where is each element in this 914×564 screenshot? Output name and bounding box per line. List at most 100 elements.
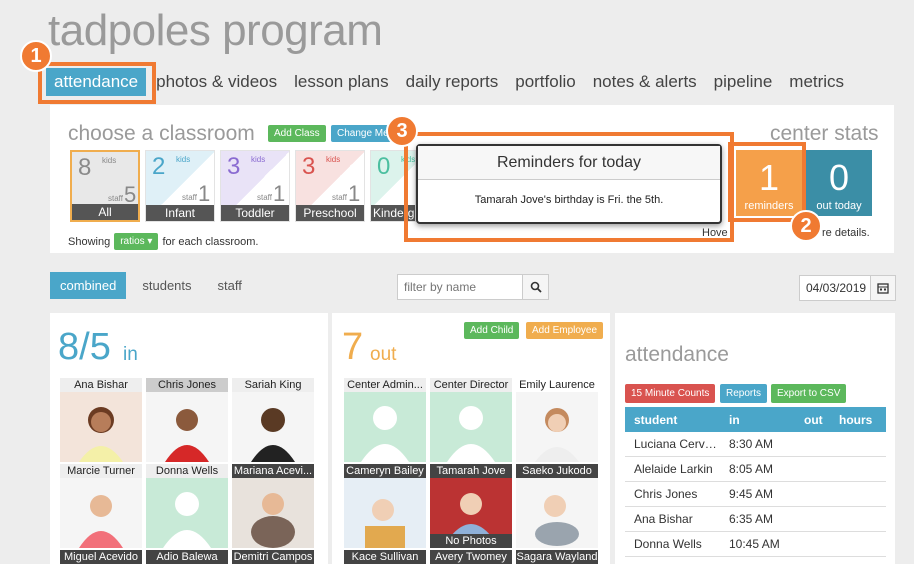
tab-lesson-plans[interactable]: lesson plans <box>294 72 389 92</box>
person-name: Tamarah Jove <box>430 464 512 478</box>
kids-count: 2 <box>152 153 166 180</box>
table-row[interactable]: Chris Jones 9:45 AM <box>625 482 886 507</box>
column-hours[interactable]: hours <box>839 413 872 427</box>
person-card[interactable]: Adio Balewa <box>146 550 228 564</box>
column-out[interactable]: out <box>804 413 823 427</box>
child-photo <box>79 495 123 548</box>
date-field[interactable]: 04/03/2019 <box>799 275 871 301</box>
reports-button[interactable]: Reports <box>720 384 768 403</box>
person-card[interactable]: Marcie Turner <box>60 464 142 548</box>
tab-students[interactable]: students <box>132 272 201 299</box>
tab-portfolio[interactable]: portfolio <box>515 72 575 92</box>
child-photo <box>535 495 579 546</box>
person-card[interactable]: Demitri Campos <box>232 550 314 564</box>
tab-combined[interactable]: combined <box>50 272 127 299</box>
staff-count: 1 <box>348 181 361 206</box>
search-icon <box>530 281 542 293</box>
table-row[interactable]: Luciana Cerv… 8:30 AM <box>625 432 886 457</box>
ratios-dropdown[interactable]: ratios ▾ <box>114 233 159 250</box>
person-card[interactable]: Cameryn Bailey <box>344 464 426 548</box>
add-employee-button[interactable]: Add Employee <box>526 322 604 339</box>
row-in-time: 10:45 AM <box>729 537 780 551</box>
tab-photos-videos[interactable]: photos & videos <box>156 72 277 92</box>
person-card[interactable]: Kace Sullivan <box>344 550 426 564</box>
change-me-button[interactable]: Change Me <box>331 125 391 142</box>
avatar-placeholder-icon <box>447 406 495 462</box>
in-count: 8/5 <box>58 326 111 368</box>
add-child-button[interactable]: Add Child <box>464 322 520 339</box>
person-card[interactable]: Sagara Wayland <box>516 550 598 564</box>
person-name: Cameryn Bailey <box>344 464 426 478</box>
person-card[interactable]: Center Director <box>430 378 512 462</box>
tab-metrics[interactable]: metrics <box>789 72 844 92</box>
staff-label: staff <box>108 194 123 203</box>
tab-staff[interactable]: staff <box>208 272 252 299</box>
classroom-label: All <box>72 204 138 220</box>
out-count: 0 <box>828 157 850 198</box>
child-photo <box>365 499 405 548</box>
in-label: in <box>123 344 138 365</box>
out-count: 7 <box>342 326 364 368</box>
minute-counts-button[interactable]: 15 Minute Counts <box>625 384 716 403</box>
stats-hint-right: re details. <box>822 227 870 239</box>
person-card[interactable]: Mariana Acevi... <box>232 464 314 548</box>
column-student[interactable]: student <box>634 413 677 427</box>
person-card[interactable]: Avery Twomey <box>430 550 512 564</box>
classroom-tile-all[interactable]: 8 kids staff 5 All <box>70 150 140 222</box>
export-csv-button[interactable]: Export to CSV <box>771 384 847 403</box>
person-name: Donna Wells <box>146 464 228 478</box>
person-name: Avery Twomey <box>430 550 512 564</box>
callout-badge-3: 3 <box>386 115 418 147</box>
classroom-title: choose a classroom <box>68 122 255 145</box>
popup-message: Tamarah Jove's birthday is Fri. the 5th. <box>474 194 664 206</box>
person-card[interactable]: Sariah King <box>232 378 314 462</box>
classroom-label: Preschool <box>296 205 364 221</box>
child-photo <box>165 409 209 462</box>
callout-frame-attendance <box>38 62 156 104</box>
person-card[interactable]: Emily Laurence <box>516 378 598 462</box>
avatar-placeholder-icon <box>163 492 211 548</box>
calendar-button[interactable] <box>870 275 896 301</box>
add-class-button[interactable]: Add Class <box>268 125 326 142</box>
out-label: out today <box>816 200 862 212</box>
attendance-table-header: student in out hours <box>625 407 886 432</box>
tab-daily-reports[interactable]: daily reports <box>406 72 499 92</box>
table-row[interactable]: Alelaide Larkin 8:05 AM <box>625 457 886 482</box>
classroom-tile-infant[interactable]: 2 kids staff 1 Infant <box>145 150 215 222</box>
person-card[interactable]: Donna Wells <box>146 464 228 548</box>
showing-ratios: Showing ratios ▾ for each classroom. <box>68 233 258 250</box>
classroom-label: Toddler <box>221 205 289 221</box>
column-in[interactable]: in <box>729 413 740 427</box>
row-student: Chris Jones <box>634 487 698 501</box>
kids-label: kids <box>326 155 341 164</box>
staff-count: 1 <box>198 181 211 206</box>
kids-count: 3 <box>227 153 241 180</box>
person-card[interactable]: Tamarah Jove No Photos <box>430 464 512 548</box>
person-card[interactable]: Miguel Acevido <box>60 550 142 564</box>
showing-prefix: Showing <box>68 235 111 248</box>
tab-pipeline[interactable]: pipeline <box>714 72 773 92</box>
kids-count: 3 <box>302 153 316 180</box>
search-button[interactable] <box>522 274 549 300</box>
person-card[interactable]: Chris Jones <box>146 378 228 462</box>
row-in-time: 9:45 AM <box>729 487 774 501</box>
classroom-tile-preschool[interactable]: 3 kids staff 1 Preschool <box>295 150 365 222</box>
person-name: Demitri Campos <box>232 550 314 564</box>
person-card[interactable]: Center Admin... <box>344 378 426 462</box>
table-row[interactable]: Donna Wells 10:45 AM <box>625 532 886 557</box>
classroom-tile-toddler[interactable]: 3 kids staff 1 Toddler <box>220 150 290 222</box>
person-card[interactable]: Saeko Jukodo <box>516 464 598 548</box>
out-today-stat[interactable]: 0 out today <box>806 150 872 216</box>
child-photo <box>251 493 295 548</box>
row-in-time: 8:05 AM <box>729 462 774 476</box>
table-row[interactable]: Ana Bishar 6:35 AM <box>625 507 886 532</box>
person-name: Mariana Acevi... <box>232 464 314 478</box>
person-card[interactable]: Ana Bishar <box>60 378 142 462</box>
row-student: Luciana Cerv… <box>634 437 717 451</box>
out-label: out <box>370 344 397 365</box>
tab-notes-alerts[interactable]: notes & alerts <box>593 72 697 92</box>
filter-input[interactable] <box>397 274 523 300</box>
main-nav: attendance photos & videos lesson plans … <box>40 62 861 102</box>
child-photo <box>251 408 295 462</box>
kids-count: 8 <box>78 154 92 181</box>
